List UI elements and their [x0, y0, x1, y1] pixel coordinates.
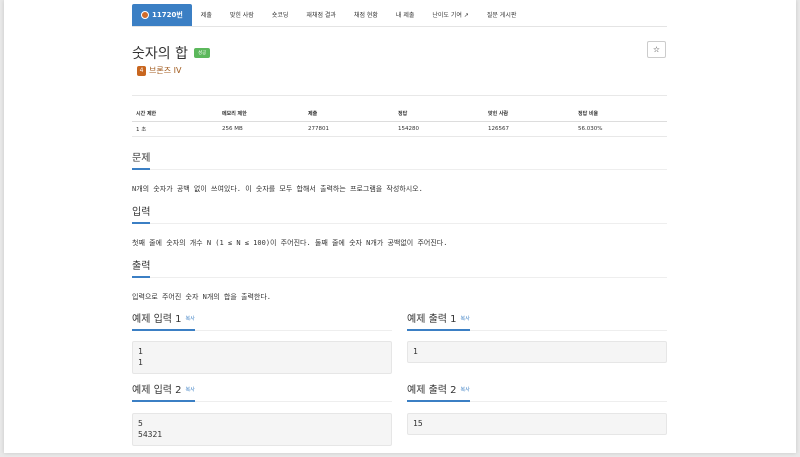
sample-output-2-title: 예제 출력 2 복사 [407, 384, 470, 402]
output-description: 입력으로 주어진 숫자 N개의 합을 출력한다. [132, 293, 271, 301]
sample-output-2-header: 예제 출력 2 복사 [407, 382, 667, 402]
table-header-row: 시간 제한 메모리 제한 제출 정답 맞힌 사람 정답 비율 [132, 107, 667, 122]
sample-output-1-label: 예제 출력 1 [407, 314, 457, 325]
tab-solved-users[interactable]: 맞힌 사람 [221, 4, 263, 26]
sample-input-2-title: 예제 입력 2 복사 [132, 384, 195, 402]
table-row: 1 초 256 MB 277801 154280 126567 56.030% [132, 121, 667, 137]
tab-label: 난이도 기여 [432, 12, 462, 19]
problem-section-header: 문제 [132, 150, 667, 170]
time-limit-value: 1 초 [132, 121, 218, 137]
tab-problem-number[interactable]: 11720번 [132, 4, 192, 26]
problem-nav-tabs: 11720번 제출 맞힌 사람 숏코딩 재채점 결과 채점 현황 내 제출 난이… [132, 4, 667, 27]
submissions-value[interactable]: 277801 [304, 121, 394, 137]
page-title: 숫자의 합 [132, 46, 188, 62]
input-section-header: 입력 [132, 204, 667, 224]
tab-status[interactable]: 채점 현황 [345, 4, 387, 26]
sample-input-1-label: 예제 입력 1 [132, 314, 182, 325]
sample-output-1: 1 [407, 341, 667, 363]
copy-button[interactable]: 복사 [461, 387, 470, 393]
accepted-value: 154280 [394, 121, 484, 137]
sample-input-1-title: 예제 입력 1 복사 [132, 313, 195, 331]
header-time-limit: 시간 제한 [132, 107, 218, 122]
input-description: 첫째 줄에 숫자의 개수 N (1 ≤ N ≤ 100)이 주어진다. 둘째 줄… [132, 239, 448, 247]
tab-submit[interactable]: 제출 [192, 4, 221, 26]
tier-label[interactable]: 4 브론즈 IV [137, 65, 181, 76]
sample-output-1-header: 예제 출력 1 복사 [407, 311, 667, 331]
tab-my-submissions[interactable]: 내 제출 [387, 4, 423, 26]
status-badge: 성공 [193, 48, 211, 58]
solvers-value[interactable]: 126567 [484, 121, 574, 137]
divider [132, 95, 667, 96]
sample-input-2: 5 54321 [132, 413, 392, 446]
output-section-header: 출력 [132, 258, 667, 278]
problem-heading: 문제 [132, 153, 151, 170]
problem-info-table: 시간 제한 메모리 제한 제출 정답 맞힌 사람 정답 비율 1 초 256 M… [132, 107, 667, 137]
bronze-medal-icon: 4 [137, 65, 146, 76]
header-memory-limit: 메모리 제한 [218, 107, 304, 122]
page [4, 0, 796, 453]
tab-label: 11720번 [152, 10, 183, 19]
tab-rejudge-results[interactable]: 재채점 결과 [297, 4, 345, 26]
sample-input-1: 1 1 [132, 341, 392, 374]
sample-input-2-header: 예제 입력 2 복사 [132, 382, 392, 402]
sample-input-1-header: 예제 입력 1 복사 [132, 311, 392, 331]
sample-output-2-label: 예제 출력 2 [407, 385, 457, 396]
tab-question-board[interactable]: 질문 게시판 [478, 4, 526, 26]
header-submissions: 제출 [304, 107, 394, 122]
copy-button[interactable]: 복사 [186, 316, 195, 322]
memory-limit-value: 256 MB [218, 121, 304, 137]
input-heading: 입력 [132, 207, 151, 224]
copy-button[interactable]: 복사 [461, 316, 470, 322]
header-accepted: 정답 [394, 107, 484, 122]
problem-description: N개의 숫자가 공백 없이 쓰여있다. 이 숫자를 모두 합해서 출력하는 프로… [132, 185, 423, 193]
bronze-tier-icon [141, 11, 149, 19]
sample-output-1-title: 예제 출력 1 복사 [407, 313, 470, 331]
sample-output-2: 15 [407, 413, 667, 435]
star-button[interactable]: ☆ [647, 41, 666, 58]
tab-difficulty-contribution[interactable]: 난이도 기여 ↗ [423, 4, 477, 26]
header-solvers: 맞힌 사람 [484, 107, 574, 122]
header-ratio: 정답 비율 [574, 107, 667, 122]
tier-text: 브론즈 IV [149, 66, 182, 75]
ratio-value: 56.030% [574, 121, 667, 137]
output-heading: 출력 [132, 261, 151, 278]
external-link-icon: ↗ [463, 12, 469, 19]
sample-input-2-label: 예제 입력 2 [132, 385, 182, 396]
tab-short-coding[interactable]: 숏코딩 [263, 4, 298, 26]
problem-title-row: 숫자의 합 성공 [132, 43, 211, 63]
copy-button[interactable]: 복사 [186, 387, 195, 393]
